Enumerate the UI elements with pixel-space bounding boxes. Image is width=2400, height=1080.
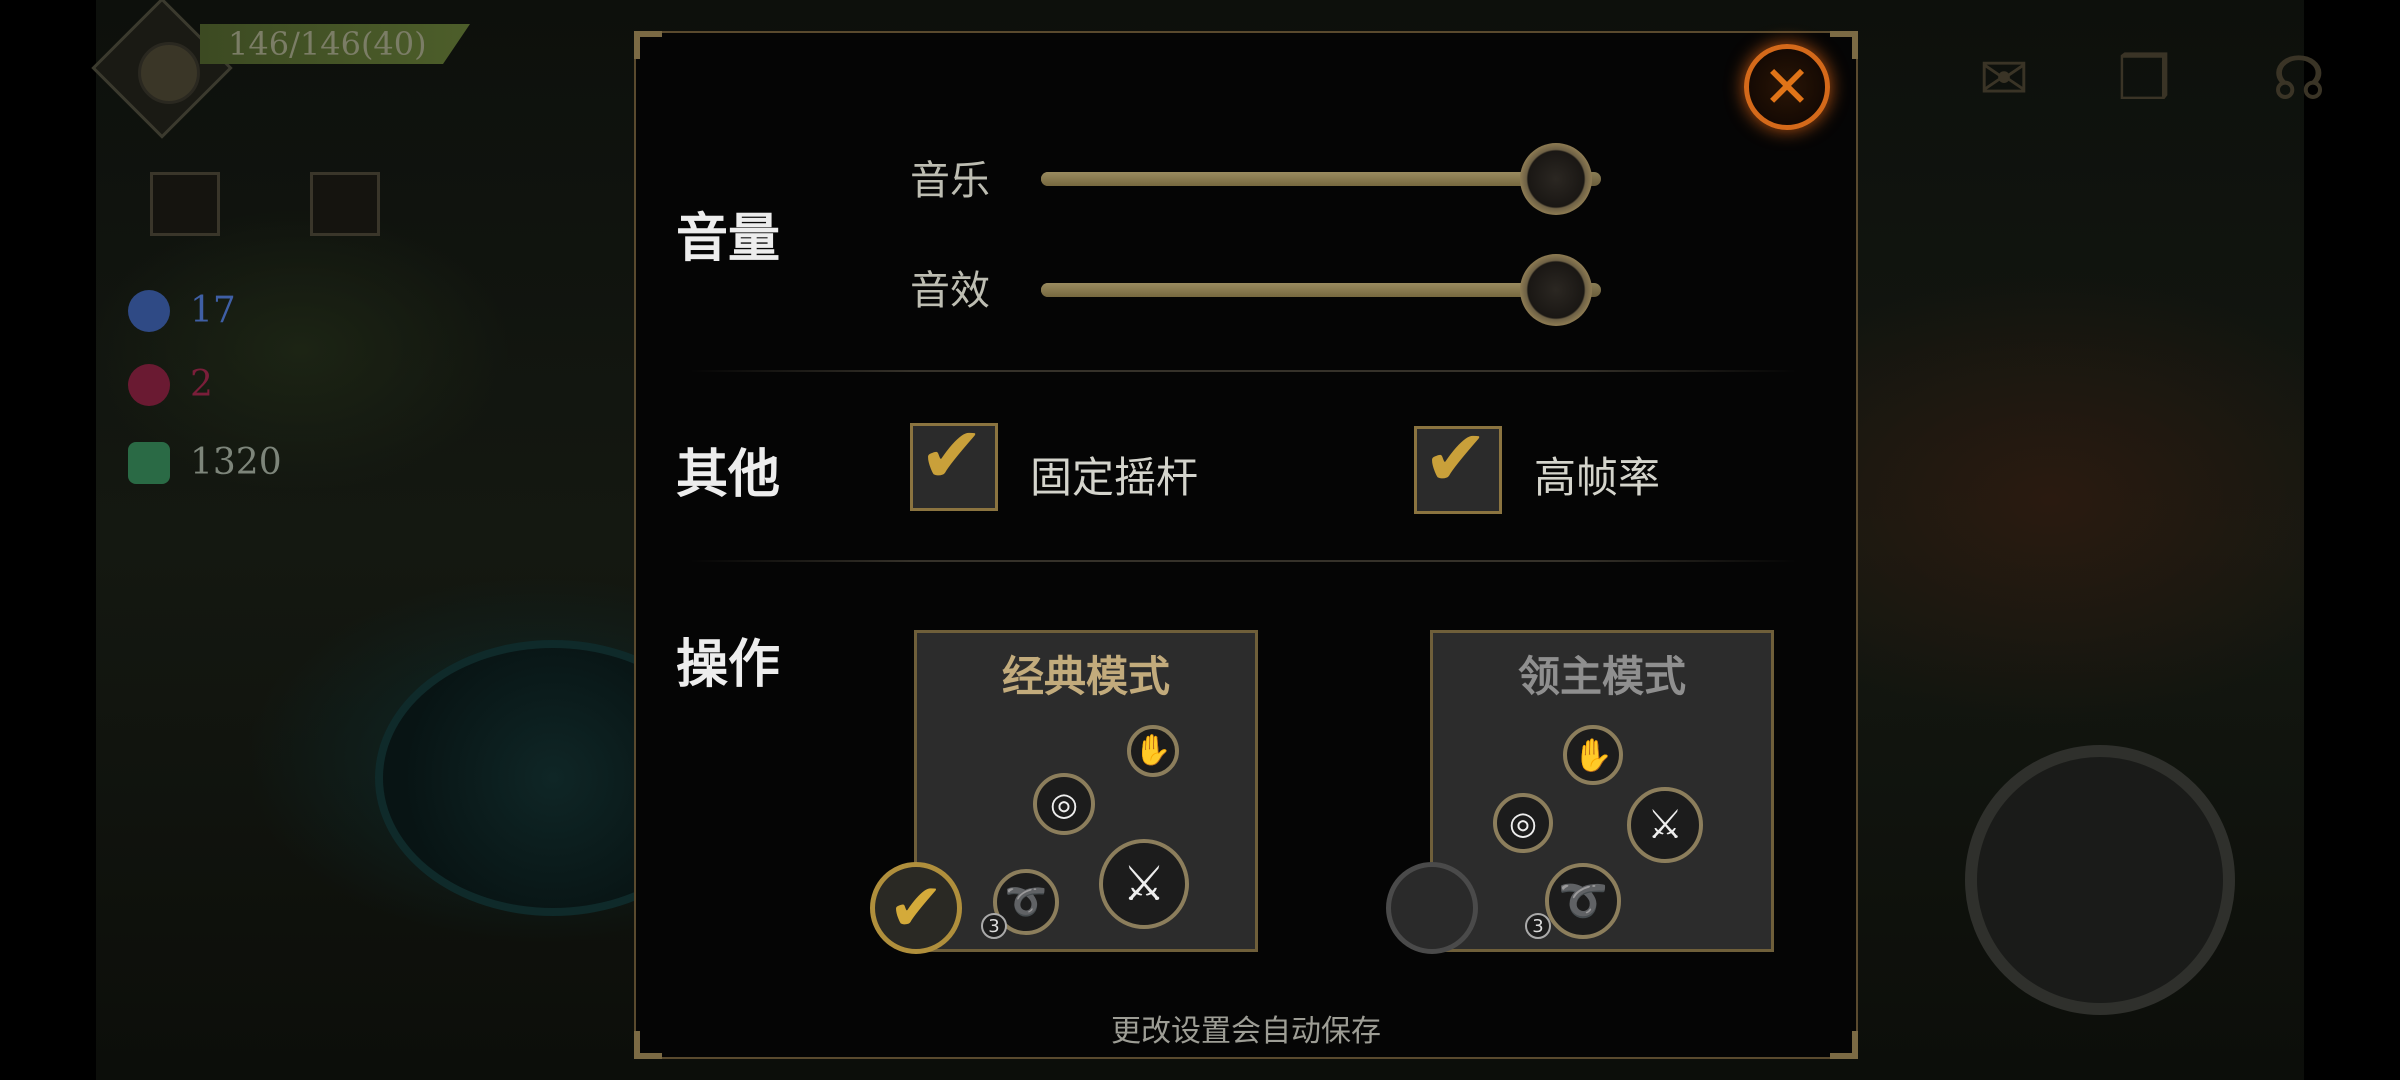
swirl-skill-icon: ◎	[1493, 793, 1553, 853]
classic-mode-title: 经典模式	[1001, 652, 1170, 701]
volume-section-title: 音量	[676, 208, 781, 269]
music-slider-thumb[interactable]	[1520, 143, 1593, 215]
close-icon: ✕	[1762, 53, 1812, 121]
sfx-slider-fill	[1041, 283, 1557, 297]
pause-button[interactable]	[150, 172, 220, 236]
fixed-joystick-label: 固定摇杆	[1030, 453, 1199, 502]
autosave-note: 更改设置会自动保存	[1111, 1014, 1381, 1049]
headset-icon[interactable]: ☊	[2255, 44, 2343, 114]
checkmark-icon: ✔	[888, 869, 944, 946]
high-framerate-label: 高帧率	[1534, 453, 1661, 502]
close-button[interactable]: ✕	[1744, 44, 1830, 130]
high-framerate-checkbox[interactable]: ✔	[1414, 419, 1502, 514]
blue-orb-icon	[128, 290, 170, 332]
dash-skill-icon: ➰	[1545, 863, 1621, 939]
panel-corner-ornament	[1830, 31, 1858, 59]
mail-icon[interactable]: ✉	[1960, 44, 2048, 114]
music-slider-track[interactable]	[1041, 172, 1601, 186]
sfx-slider-thumb[interactable]	[1520, 254, 1593, 326]
sfx-slider-track[interactable]	[1041, 283, 1601, 297]
player-avatar	[138, 42, 200, 104]
lord-mode-radio[interactable]	[1386, 862, 1478, 954]
checkmark-icon: ✔	[919, 411, 985, 501]
skill-charge-badge: 3	[981, 913, 1007, 939]
music-label: 音乐	[910, 158, 990, 204]
lord-mode-card[interactable]: 领主模式 ✋ ◎ ⚔ ➰ 3	[1430, 630, 1774, 952]
fixed-joystick-checkbox[interactable]: ✔	[910, 416, 998, 511]
scroll-icon[interactable]: ❒	[2100, 44, 2188, 114]
green-gem-count: 1320	[190, 442, 282, 483]
quest-book-button[interactable]	[310, 172, 380, 236]
skill-charge-badge: 3	[1525, 913, 1551, 939]
sfx-label: 音效	[910, 268, 990, 314]
checkmark-icon: ✔	[1423, 414, 1489, 504]
sword-skill-icon: ⚔	[1099, 839, 1189, 929]
section-divider	[690, 370, 1796, 372]
classic-mode-radio[interactable]: ✔	[870, 862, 962, 954]
left-letterbox	[0, 0, 96, 1080]
panel-corner-ornament	[634, 31, 662, 59]
music-slider-fill	[1041, 172, 1557, 186]
swirl-skill-icon: ◎	[1033, 773, 1095, 835]
right-letterbox	[2304, 0, 2400, 1080]
hp-text: 146/146(40)	[228, 25, 427, 63]
controls-section-title: 操作	[676, 634, 781, 695]
hand-skill-icon: ✋	[1563, 725, 1623, 785]
other-section-title: 其他	[676, 444, 781, 505]
section-divider	[690, 560, 1796, 562]
attack-button[interactable]	[1965, 745, 2235, 1015]
blue-orb-count: 17	[190, 290, 236, 331]
green-gem-icon	[128, 442, 170, 484]
sword-skill-icon: ⚔	[1627, 787, 1703, 863]
hand-skill-icon: ✋	[1127, 725, 1179, 777]
classic-mode-card[interactable]: 经典模式 ✋ ◎ ⚔ ➰ 3	[914, 630, 1258, 952]
lord-mode-title: 领主模式	[1517, 652, 1686, 701]
red-orb-icon	[128, 364, 170, 406]
red-orb-count: 2	[190, 364, 213, 405]
